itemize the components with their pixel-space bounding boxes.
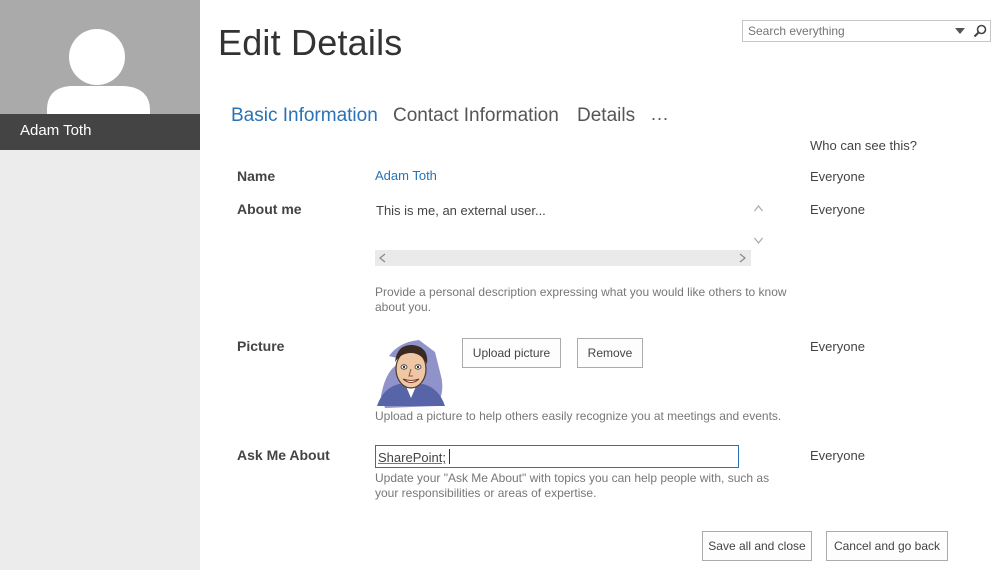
about-me-text: This is me, an external user... xyxy=(376,203,546,218)
vertical-scrollbar[interactable] xyxy=(751,198,766,250)
remove-picture-button[interactable]: Remove xyxy=(577,338,643,368)
about-me-visibility[interactable]: Everyone xyxy=(810,202,865,217)
ask-me-about-label: Ask Me About xyxy=(237,447,330,463)
picture-help: Upload a picture to help others easily r… xyxy=(375,409,782,423)
cancel-and-go-back-button[interactable]: Cancel and go back xyxy=(826,531,948,561)
tab-contact-information[interactable]: Contact Information xyxy=(393,105,559,127)
ask-me-about-input[interactable]: SharePoint; xyxy=(375,445,739,468)
ask-me-about-help: Update your "Ask Me About" with topics y… xyxy=(375,471,770,500)
more-tabs-button[interactable]: ... xyxy=(651,104,669,125)
search-input[interactable] xyxy=(743,21,948,41)
name-visibility[interactable]: Everyone xyxy=(810,169,865,184)
profile-card: Adam Toth xyxy=(0,0,200,150)
ask-me-about-value: SharePoint; xyxy=(378,450,446,465)
tab-basic-information[interactable]: Basic Information xyxy=(231,105,378,127)
about-me-label: About me xyxy=(237,201,302,217)
chevron-right-icon[interactable] xyxy=(737,253,747,263)
about-me-help: Provide a personal description expressin… xyxy=(375,285,787,314)
left-rail: Adam Toth xyxy=(0,0,200,570)
horizontal-scrollbar[interactable] xyxy=(375,250,751,266)
about-me-textarea[interactable]: This is me, an external user... xyxy=(375,198,766,268)
search-box xyxy=(742,20,991,42)
profile-picture xyxy=(377,340,445,408)
page-title: Edit Details xyxy=(218,22,403,63)
chevron-down-icon[interactable] xyxy=(953,24,967,38)
upload-picture-button[interactable]: Upload picture xyxy=(462,338,561,368)
search-icon[interactable] xyxy=(973,24,987,38)
name-value: Adam Toth xyxy=(375,168,437,183)
chevron-left-icon[interactable] xyxy=(378,253,388,263)
picture-label: Picture xyxy=(237,338,285,354)
save-all-and-close-button[interactable]: Save all and close xyxy=(702,531,812,561)
name-label: Name xyxy=(237,168,276,184)
text-caret xyxy=(449,449,450,464)
profile-name: Adam Toth xyxy=(20,122,92,139)
tab-details[interactable]: Details xyxy=(577,105,635,127)
ask-me-about-visibility[interactable]: Everyone xyxy=(810,448,865,463)
picture-visibility[interactable]: Everyone xyxy=(810,339,865,354)
visibility-header: Who can see this? xyxy=(810,138,917,153)
